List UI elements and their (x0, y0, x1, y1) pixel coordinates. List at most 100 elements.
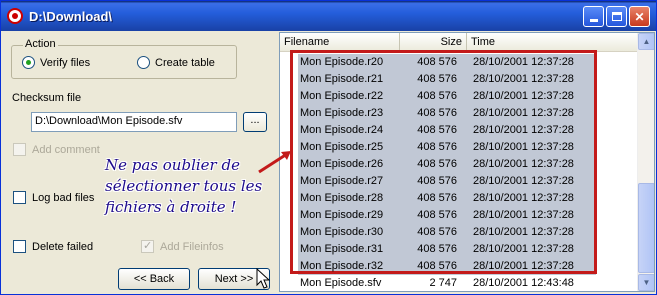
column-header-time[interactable]: Time (467, 33, 638, 51)
cell-size: 408 576 (417, 226, 457, 238)
cell-filename: Mon Episode.r25 (300, 141, 384, 153)
cell-size: 408 576 (417, 243, 457, 255)
list-item[interactable]: Mon Episode.r25 408 576 28/10/2001 12:37:2… (280, 139, 638, 156)
browse-button[interactable]: ... (243, 112, 267, 132)
cell-time: 28/10/2001 12:37:28 (473, 141, 574, 153)
minimize-button[interactable] (583, 6, 604, 27)
list-item[interactable]: Mon Episode.r29 408 576 28/10/2001 12:37:2… (280, 207, 638, 224)
cell-time: 28/10/2001 12:37:28 (473, 124, 574, 136)
list-item[interactable]: Mon Episode.r22 408 576 28/10/2001 12:37:2… (280, 88, 638, 105)
cell-filename: Mon Episode.r24 (300, 124, 384, 136)
cell-size: 408 576 (417, 73, 457, 85)
delete-failed-label: Delete failed (32, 240, 94, 253)
radio-create-table[interactable]: Create table (137, 56, 215, 69)
annotation-line: sélectionner tous les (105, 177, 263, 195)
list-item[interactable]: Mon Episode.r28 408 576 28/10/2001 12:37:2… (280, 190, 638, 207)
cell-filename: Mon Episode.r21 (300, 73, 384, 85)
action-group-label: Action (23, 38, 58, 50)
list-item[interactable]: Mon Episode.r32 408 576 28/10/2001 12:37:2… (280, 258, 638, 275)
add-fileinfos-label: Add Fileinfos (160, 240, 224, 253)
cell-size: 408 576 (417, 209, 457, 221)
cell-filename: Mon Episode.r31 (300, 243, 384, 255)
app-disc-icon (7, 8, 23, 24)
cell-filename: Mon Episode.r22 (300, 90, 384, 102)
cell-size: 408 576 (417, 124, 457, 136)
radio-verify-label: Verify files (40, 56, 91, 69)
main-window: D:\Download\ ✕ Action Verify files Creat… (0, 0, 657, 295)
scroll-up-icon[interactable]: ▲ (638, 33, 654, 50)
add-comment-checkbox[interactable]: Add comment (13, 143, 100, 156)
list-item[interactable]: Mon Episode.r20 408 576 28/10/2001 12:37:2… (280, 54, 638, 71)
cell-time: 28/10/2001 12:37:28 (473, 107, 574, 119)
close-button[interactable]: ✕ (629, 6, 650, 27)
column-header-size[interactable]: Size (400, 33, 467, 51)
list-item[interactable]: Mon Episode.sfv 2 747 28/10/2001 12:43:48 (280, 275, 638, 291)
radio-unchecked-icon (137, 56, 150, 69)
list-rows: Mon Episode.r20 408 576 28/10/2001 12:37:2… (280, 54, 638, 291)
title-bar[interactable]: D:\Download\ ✕ (1, 1, 656, 31)
cell-time: 28/10/2001 12:37:28 (473, 260, 574, 272)
cell-time: 28/10/2001 12:37:28 (473, 209, 574, 221)
checksum-file-input[interactable]: D:\Download\Mon Episode.sfv (31, 112, 237, 132)
cell-size: 408 576 (417, 158, 457, 170)
vertical-scrollbar[interactable]: ▲ ▼ (637, 33, 654, 291)
close-icon: ✕ (634, 9, 645, 24)
cell-filename: Mon Episode.r26 (300, 158, 384, 170)
radio-checked-icon (22, 56, 35, 69)
cell-time: 28/10/2001 12:43:48 (473, 277, 574, 289)
scroll-thumb[interactable] (638, 183, 654, 273)
cell-filename: Mon Episode.r29 (300, 209, 384, 221)
cell-filename: Mon Episode.r32 (300, 260, 384, 272)
cell-filename: Mon Episode.r30 (300, 226, 384, 238)
list-item[interactable]: Mon Episode.r26 408 576 28/10/2001 12:37:2… (280, 156, 638, 173)
log-bad-files-checkbox[interactable]: Log bad files (13, 191, 94, 204)
cell-filename: Mon Episode.r23 (300, 107, 384, 119)
window-title: D:\Download\ (29, 8, 113, 24)
cell-time: 28/10/2001 12:37:28 (473, 56, 574, 68)
mouse-cursor-icon (256, 268, 270, 289)
cell-size: 408 576 (417, 260, 457, 272)
list-item[interactable]: Mon Episode.r30 408 576 28/10/2001 12:37:2… (280, 224, 638, 241)
minimize-icon (589, 19, 598, 22)
annotation-line: fichiers à droite ! (105, 198, 237, 216)
instruction-annotation: Ne pas oublier de sélectionner tous les … (105, 155, 275, 218)
file-list[interactable]: Filename Size Time Mon Episode.r20 408 57… (279, 32, 655, 292)
list-item[interactable]: Mon Episode.r23 408 576 28/10/2001 12:37:2… (280, 105, 638, 122)
checkbox-icon (13, 240, 26, 253)
list-item[interactable]: Mon Episode.r31 408 576 28/10/2001 12:37:2… (280, 241, 638, 258)
add-fileinfos-checkbox[interactable]: Add Fileinfos (141, 239, 224, 253)
cell-time: 28/10/2001 12:37:28 (473, 243, 574, 255)
cell-time: 28/10/2001 12:37:28 (473, 90, 574, 102)
cell-size: 408 576 (417, 107, 457, 119)
list-item[interactable]: Mon Episode.r24 408 576 28/10/2001 12:37:2… (280, 122, 638, 139)
cell-time: 28/10/2001 12:37:28 (473, 158, 574, 170)
cell-size: 408 576 (417, 56, 457, 68)
list-item[interactable]: Mon Episode.r21 408 576 28/10/2001 12:37:2… (280, 71, 638, 88)
cell-time: 28/10/2001 12:37:28 (473, 192, 574, 204)
cell-size: 2 747 (429, 277, 457, 289)
column-header-filename[interactable]: Filename (280, 33, 400, 51)
maximize-button[interactable] (606, 6, 627, 27)
list-item[interactable]: Mon Episode.r27 408 576 28/10/2001 12:37:2… (280, 173, 638, 190)
checkbox-icon (13, 143, 26, 156)
scroll-down-icon[interactable]: ▼ (638, 274, 654, 291)
cell-size: 408 576 (417, 141, 457, 153)
radio-verify-files[interactable]: Verify files (22, 56, 90, 69)
cell-size: 408 576 (417, 192, 457, 204)
cell-time: 28/10/2001 12:37:28 (473, 226, 574, 238)
cell-size: 408 576 (417, 90, 457, 102)
checkbox-icon (13, 191, 26, 204)
radio-create-label: Create table (155, 56, 215, 69)
cell-filename: Mon Episode.r28 (300, 192, 384, 204)
cell-filename: Mon Episode.sfv (300, 277, 382, 289)
checkbox-checked-icon (141, 239, 154, 253)
maximize-icon (611, 12, 622, 21)
cell-time: 28/10/2001 12:37:28 (473, 175, 574, 187)
back-button[interactable]: << Back (118, 268, 190, 290)
add-comment-label: Add comment (32, 143, 100, 156)
annotation-line: Ne pas oublier de (105, 156, 240, 174)
delete-failed-checkbox[interactable]: Delete failed (13, 240, 93, 253)
window-controls: ✕ (583, 6, 650, 27)
log-bad-files-label: Log bad files (32, 191, 95, 204)
cell-filename: Mon Episode.r27 (300, 175, 384, 187)
